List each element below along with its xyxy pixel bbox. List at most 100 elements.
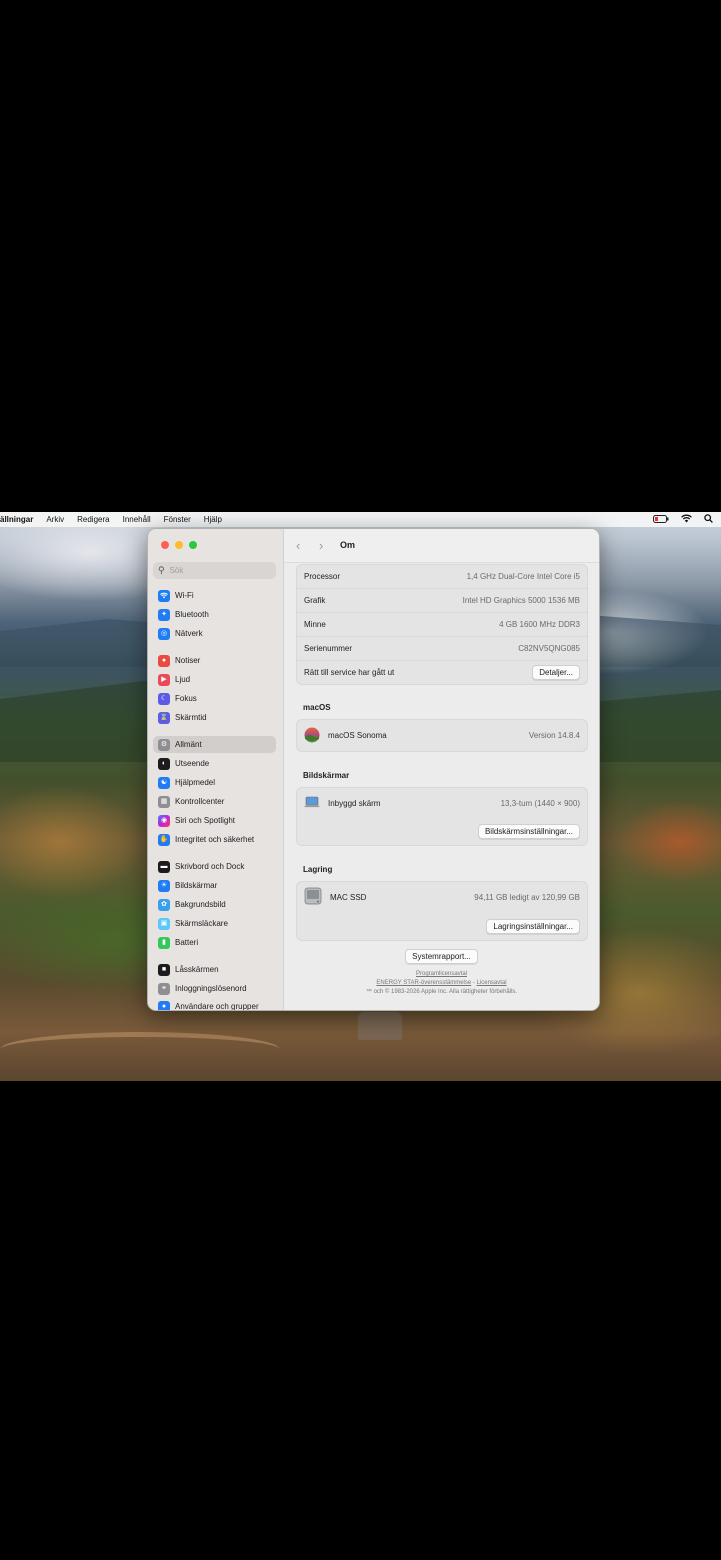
sidebar-item-label: Skrivbord och Dock bbox=[175, 862, 245, 871]
menu-bar: ällningar Arkiv Redigera Innehåll Fönste… bbox=[0, 512, 721, 527]
sidebar-item-kontrollcenter[interactable]: ▦ Kontrollcenter bbox=[153, 793, 276, 810]
back-chevron-icon[interactable]: ‹ bbox=[296, 538, 300, 553]
footer: Systemrapport... bbox=[284, 949, 599, 964]
sidebar-item-inloggning[interactable]: ⚭ Inloggningslösenord bbox=[153, 980, 276, 997]
sidebar-item-anvandare[interactable]: ● Användare och grupper bbox=[153, 998, 276, 1010]
spec-row-grafik: Grafik Intel HD Graphics 5000 1536 MB bbox=[297, 589, 587, 613]
forward-chevron-icon[interactable]: › bbox=[319, 538, 323, 553]
search-icon: ⚲ bbox=[158, 565, 165, 575]
system-report-button[interactable]: Systemrapport... bbox=[405, 949, 478, 964]
menu-redigera[interactable]: Redigera bbox=[77, 515, 109, 524]
close-button[interactable] bbox=[161, 541, 169, 549]
drive-icon bbox=[304, 887, 322, 907]
spec-label: Processor bbox=[304, 572, 341, 581]
energy-star-link[interactable]: ENERGY STAR-överensstämmelse bbox=[376, 980, 471, 986]
sidebar-item-skarmtid[interactable]: ⌛ Skärmtid bbox=[153, 709, 276, 726]
sidebar-item-fokus[interactable]: ☾ Fokus bbox=[153, 690, 276, 707]
zoom-button[interactable] bbox=[189, 541, 197, 549]
screensaver-icon: ▣ bbox=[158, 917, 170, 930]
storage-group: MAC SSD 94,11 GB ledigt av 120,99 GB Lag… bbox=[296, 881, 588, 941]
battery-icon[interactable] bbox=[653, 514, 669, 525]
display-resolution: 13,3-tum (1440 × 900) bbox=[500, 798, 580, 808]
search-icon[interactable] bbox=[704, 514, 713, 525]
sidebar-item-label: Notiser bbox=[175, 656, 201, 665]
sidebar-item-label: Fokus bbox=[175, 694, 197, 703]
sidebar-item-label: Siri och Spotlight bbox=[175, 816, 236, 825]
license-link[interactable]: Programlicensavtal bbox=[416, 971, 467, 977]
flower-icon: ✿ bbox=[158, 898, 170, 911]
sidebar-item-bildskarmar[interactable]: ☀ Bildskärmar bbox=[153, 877, 276, 894]
laptop-icon bbox=[304, 796, 320, 810]
macos-heading: macOS bbox=[303, 703, 331, 712]
copyright-text: ™ och © 1983-2026 Apple Inc. Alla rättig… bbox=[365, 989, 518, 995]
menu-arkiv[interactable]: Arkiv bbox=[46, 515, 64, 524]
menu-app-name[interactable]: ällningar bbox=[0, 515, 33, 524]
wifi-icon bbox=[158, 589, 170, 602]
sidebar-item-bakgrundsbild[interactable]: ✿ Bakgrundsbild bbox=[153, 896, 276, 913]
globe-icon: ◎ bbox=[158, 627, 170, 640]
macos-sonoma-icon bbox=[304, 727, 320, 745]
menu-fonster[interactable]: Fönster bbox=[164, 515, 191, 524]
hardware-specs-group: Processor 1,4 GHz Dual-Core Intel Core i… bbox=[296, 564, 588, 685]
sidebar-item-notiser[interactable]: ● Notiser bbox=[153, 652, 276, 669]
spec-row-serienummer: Serienummer C82NV5QNG085 bbox=[297, 637, 587, 661]
sidebar: ⚲ Sök Wi-Fi ✦ Bluetooth ◎ Nätverk ● Noti… bbox=[148, 529, 284, 1010]
sidebar-item-label: Allmänt bbox=[175, 740, 202, 749]
sidebar-item-label: Skärmsläckare bbox=[175, 919, 228, 928]
sidebar-item-wifi[interactable]: Wi-Fi bbox=[153, 587, 276, 604]
sidebar-item-utseende[interactable]: ◐ Utseende bbox=[153, 755, 276, 772]
desktop-wallpaper: ällningar Arkiv Redigera Innehåll Fönste… bbox=[0, 512, 721, 1081]
wallpaper-shed bbox=[358, 1012, 402, 1040]
users-icon: ● bbox=[158, 1000, 170, 1010]
sidebar-item-batteri[interactable]: ▮ Batteri bbox=[153, 934, 276, 951]
footer-links-line: ENERGY STAR-överensstämmelse - Licensavt… bbox=[284, 980, 599, 986]
accessibility-icon: ☯ bbox=[158, 776, 170, 789]
sidebar-item-allmant[interactable]: ⚙ Allmänt bbox=[153, 736, 276, 753]
macos-version: Version 14.8.4 bbox=[528, 731, 580, 740]
sun-icon: ☀ bbox=[158, 879, 170, 892]
sidebar-item-skarmslackare[interactable]: ▣ Skärmsläckare bbox=[153, 915, 276, 932]
sidebar-item-siri[interactable]: ◉ Siri och Spotlight bbox=[153, 812, 276, 829]
details-button[interactable]: Detaljer... bbox=[532, 665, 580, 680]
wifi-icon[interactable] bbox=[681, 514, 692, 525]
menu-hjalp[interactable]: Hjälp bbox=[204, 515, 222, 524]
sidebar-item-hjalpmedel[interactable]: ☯ Hjälpmedel bbox=[153, 774, 276, 791]
sidebar-item-integritet[interactable]: ✋ Integritet och säkerhet bbox=[153, 831, 276, 848]
dock-icon: ▬ bbox=[158, 860, 170, 873]
storage-row: MAC SSD 94,11 GB ledigt av 120,99 GB bbox=[297, 882, 587, 912]
gear-icon: ⚙ bbox=[158, 738, 170, 751]
sidebar-item-label: Ljud bbox=[175, 675, 191, 684]
sidebar-item-label: Integritet och säkerhet bbox=[175, 835, 255, 844]
siri-icon: ◉ bbox=[158, 814, 170, 827]
sidebar-item-ljud[interactable]: ▶ Ljud bbox=[153, 671, 276, 688]
battery-icon: ▮ bbox=[158, 936, 170, 949]
sidebar-item-skrivbord[interactable]: ▬ Skrivbord och Dock bbox=[153, 858, 276, 875]
displays-group: Inbyggd skärm 13,3-tum (1440 × 900) Bild… bbox=[296, 787, 588, 846]
spec-label: Serienummer bbox=[304, 644, 353, 653]
display-name: Inbyggd skärm bbox=[328, 798, 381, 808]
sidebar-item-label: Bakgrundsbild bbox=[175, 900, 226, 909]
macos-group: macOS Sonoma Version 14.8.4 bbox=[296, 719, 588, 752]
control-center-icon: ▦ bbox=[158, 795, 170, 808]
menu-innehall[interactable]: Innehåll bbox=[123, 515, 151, 524]
key-icon: ⚭ bbox=[158, 982, 170, 995]
spec-value: 4 GB 1600 MHz DDR3 bbox=[499, 620, 580, 629]
footer-separator: - bbox=[472, 980, 475, 986]
sidebar-item-lasskarmen[interactable]: ■ Låsskärmen bbox=[153, 961, 276, 978]
sidebar-item-bluetooth[interactable]: ✦ Bluetooth bbox=[153, 606, 276, 623]
macos-row: macOS Sonoma Version 14.8.4 bbox=[297, 720, 587, 751]
sidebar-item-label: Batteri bbox=[175, 938, 199, 947]
spec-label: Minne bbox=[304, 620, 326, 629]
macos-name: macOS Sonoma bbox=[328, 731, 387, 740]
sidebar-search-field[interactable]: ⚲ Sök bbox=[153, 562, 276, 579]
sidebar-item-natverk[interactable]: ◎ Nätverk bbox=[153, 625, 276, 642]
license-agreement-link[interactable]: Licensavtal bbox=[477, 980, 507, 986]
window-controls bbox=[161, 541, 197, 549]
spec-label: Rätt till service har gått ut bbox=[304, 668, 395, 677]
wallpaper-dirt-road bbox=[0, 1032, 280, 1067]
spec-value: C82NV5QNG085 bbox=[518, 644, 580, 653]
storage-settings-button[interactable]: Lagringsinställningar... bbox=[486, 918, 580, 934]
display-settings-button[interactable]: Bildskärmsinställningar... bbox=[477, 824, 580, 839]
minimize-button[interactable] bbox=[175, 541, 183, 549]
bluetooth-icon: ✦ bbox=[158, 608, 170, 621]
